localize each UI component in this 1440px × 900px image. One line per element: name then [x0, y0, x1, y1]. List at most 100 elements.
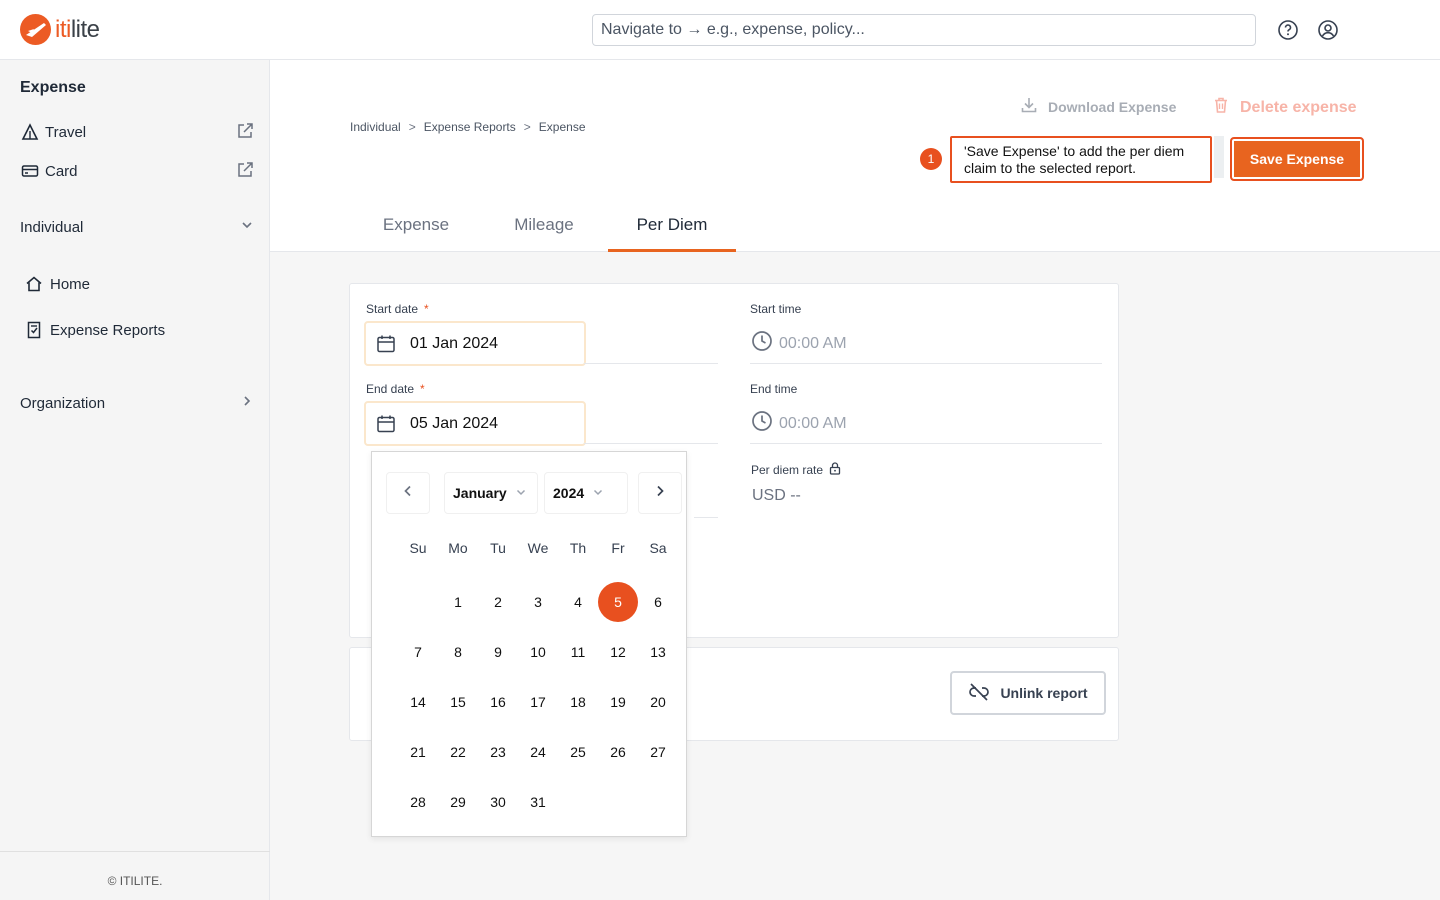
delete-expense-label: Delete expense [1240, 98, 1357, 116]
breadcrumb-separator: > [523, 120, 531, 134]
calendar-day[interactable]: 24 [518, 732, 558, 772]
trash-icon [1212, 96, 1230, 119]
sidebar-item-home[interactable]: Home [24, 274, 90, 294]
start-date-value: 01 Jan 2024 [410, 334, 499, 352]
calendar-day[interactable]: 8 [438, 632, 478, 672]
calendar-day[interactable]: 19 [598, 682, 638, 722]
field-underline [750, 363, 1102, 364]
calendar-day[interactable]: 17 [518, 682, 558, 722]
end-date-input[interactable]: 05 Jan 2024 [364, 401, 586, 446]
month-select[interactable]: January [444, 472, 538, 514]
calendar-day[interactable]: 27 [638, 732, 678, 772]
calendar-day[interactable]: 10 [518, 632, 558, 672]
chevron-down-icon [592, 485, 604, 501]
picker-shadow-edge [686, 452, 694, 570]
calendar-day[interactable]: 7 [398, 632, 438, 672]
start-date-input[interactable]: 01 Jan 2024 [364, 321, 586, 366]
calendar-day[interactable]: 28 [398, 782, 438, 822]
sidebar: Expense Travel Card Individual Home Expe… [0, 60, 270, 900]
calendar-day[interactable]: 2 [478, 582, 518, 622]
sidebar-item-label: Travel [45, 123, 87, 141]
calendar-day[interactable]: 18 [558, 682, 598, 722]
card-icon [20, 161, 40, 181]
calendar-day[interactable]: 3 [518, 582, 558, 622]
unlink-report-button[interactable]: Unlink report [950, 671, 1106, 715]
tab-mileage[interactable]: Mileage [480, 208, 608, 252]
lock-icon [829, 462, 841, 478]
start-date-label: Start date * [366, 302, 429, 316]
weekday-header: Fr [611, 540, 625, 556]
weekday-header: Su [409, 540, 427, 556]
calendar-day[interactable]: 11 [558, 632, 598, 672]
calendar-day[interactable]: 30 [478, 782, 518, 822]
help-circle-icon[interactable] [1277, 19, 1299, 41]
sidebar-item-card[interactable]: Card [20, 159, 254, 183]
end-time-label: End time [750, 382, 798, 396]
external-link-icon[interactable] [236, 161, 254, 183]
sidebar-section-organization[interactable]: Organization [20, 394, 254, 412]
save-expense-button[interactable]: Save Expense [1230, 137, 1364, 181]
logo-text: itilite [55, 15, 100, 43]
download-icon [1020, 96, 1038, 117]
user-circle-icon[interactable] [1317, 19, 1339, 41]
clock-icon [751, 410, 773, 437]
sidebar-item-travel[interactable]: Travel [20, 120, 254, 144]
sidebar-section-individual[interactable]: Individual [20, 218, 254, 236]
calendar-day[interactable]: 12 [598, 632, 638, 672]
breadcrumb-item[interactable]: Expense Reports [424, 120, 516, 134]
receipt-icon [24, 320, 44, 340]
field-underline [584, 443, 718, 444]
download-expense-button[interactable]: Download Expense [1020, 96, 1176, 117]
breadcrumb: Individual > Expense Reports > Expense [350, 120, 586, 134]
year-select[interactable]: 2024 [544, 472, 628, 514]
delete-expense-button[interactable]: Delete expense [1212, 96, 1357, 119]
prev-month-button[interactable] [386, 472, 430, 514]
chevron-right-icon [240, 394, 254, 412]
calendar-day[interactable]: 6 [638, 582, 678, 622]
expense-tabs: Expense Mileage Per Diem [352, 208, 736, 252]
start-time-value: 00:00 AM [779, 334, 847, 352]
section-label: Organization [20, 394, 106, 412]
calendar-day[interactable]: 22 [438, 732, 478, 772]
sidebar-item-label: Expense Reports [50, 321, 166, 339]
calendar-day[interactable]: 14 [398, 682, 438, 722]
calendar-day[interactable]: 13 [638, 632, 678, 672]
calendar-day-selected[interactable]: 5 [598, 582, 638, 622]
calendar-day[interactable]: 29 [438, 782, 478, 822]
calendar-day[interactable]: 26 [598, 732, 638, 772]
calendar-day[interactable]: 4 [558, 582, 598, 622]
calendar-day[interactable]: 31 [518, 782, 558, 822]
chevron-right-icon [653, 484, 667, 503]
calendar-day[interactable]: 15 [438, 682, 478, 722]
unlink-report-label: Unlink report [1000, 685, 1088, 701]
guide-callout: 'Save Expense' to add the per diem claim… [950, 136, 1212, 183]
calendar-icon [376, 334, 396, 354]
travel-icon [20, 122, 40, 142]
copyright-footer: © ITILITE. [0, 851, 270, 900]
calendar-day[interactable]: 25 [558, 732, 598, 772]
callout-connector [1214, 136, 1224, 178]
calendar-icon [376, 414, 396, 434]
next-month-button[interactable] [638, 472, 682, 514]
per-diem-rate-value: USD -- [752, 487, 801, 504]
calendar-day[interactable]: 16 [478, 682, 518, 722]
breadcrumb-item[interactable]: Individual [350, 120, 401, 134]
sidebar-item-expense-reports[interactable]: Expense Reports [24, 320, 165, 340]
calendar-day[interactable]: 21 [398, 732, 438, 772]
end-date-value: 05 Jan 2024 [410, 414, 499, 432]
calendar-day[interactable]: 20 [638, 682, 678, 722]
weekday-header: Sa [649, 540, 667, 556]
breadcrumb-separator: > [408, 120, 416, 134]
external-link-icon[interactable] [236, 122, 254, 144]
itilite-logo[interactable]: itilite [20, 14, 100, 45]
weekday-header: Th [569, 540, 587, 556]
calendar-day[interactable]: 23 [478, 732, 518, 772]
tab-per-diem[interactable]: Per Diem [608, 208, 736, 252]
start-time-input[interactable]: 00:00 AM [751, 330, 847, 357]
end-time-input[interactable]: 00:00 AM [751, 410, 847, 437]
calendar-day[interactable]: 1 [438, 582, 478, 622]
tab-expense[interactable]: Expense [352, 208, 480, 252]
plane-logo-icon [20, 14, 51, 45]
navigate-search-input[interactable] [592, 14, 1256, 46]
calendar-day[interactable]: 9 [478, 632, 518, 672]
